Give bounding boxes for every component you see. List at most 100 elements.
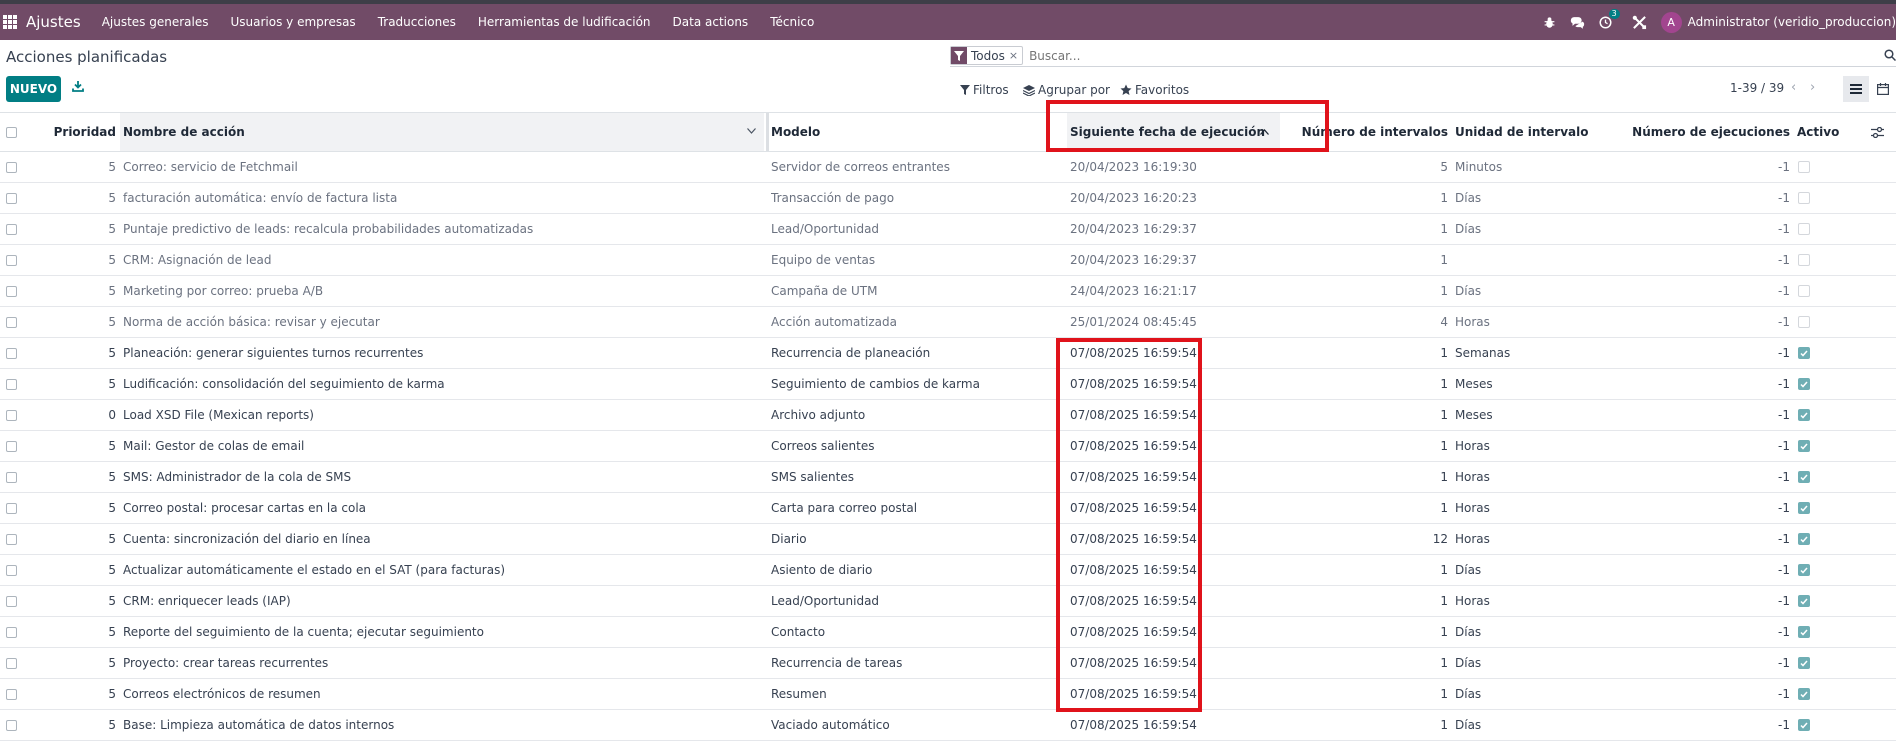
avatar[interactable]: A (1660, 11, 1682, 33)
pager-next-icon[interactable]: › (1810, 80, 1815, 95)
row-select-checkbox[interactable] (6, 400, 20, 430)
discuss-chat-icon[interactable] (1570, 16, 1585, 29)
cell-name[interactable]: Planeación: generar siguientes turnos re… (123, 338, 763, 368)
row-select-checkbox[interactable] (6, 245, 20, 275)
row-select-checkbox[interactable] (6, 307, 20, 337)
row-select-checkbox[interactable] (6, 369, 20, 399)
list-view-button[interactable] (1843, 76, 1869, 102)
col-priority[interactable]: Prioridad (54, 113, 116, 151)
col-interval-number[interactable]: Número de intervalos (1300, 113, 1448, 151)
pager-value[interactable]: 1-39 / 39 (1730, 81, 1784, 95)
row-select-checkbox[interactable] (6, 338, 20, 368)
table-row[interactable]: 5 Correo postal: procesar cartas en la co… (0, 493, 1896, 524)
table-row[interactable]: 5 CRM: enriquecer leads (IAP) Lead/Oportun… (0, 586, 1896, 617)
select-all-checkbox[interactable] (6, 113, 20, 151)
row-select-checkbox[interactable] (6, 152, 20, 182)
row-select-checkbox[interactable] (6, 183, 20, 213)
cell-name[interactable]: Marketing por correo: prueba A/B (123, 276, 763, 306)
active-toggle[interactable] (1798, 400, 1818, 430)
menu-usuarios-empresas[interactable]: Usuarios y empresas (231, 15, 356, 29)
active-toggle[interactable] (1798, 493, 1818, 523)
col-numbercall[interactable]: Número de ejecuciones (1620, 113, 1790, 151)
table-row[interactable]: 5 Base: Limpieza automática de datos inte… (0, 710, 1896, 741)
cell-name[interactable]: Load XSD File (Mexican reports) (123, 400, 763, 430)
col-model[interactable]: Modelo (771, 113, 1051, 151)
menu-ludificacion[interactable]: Herramientas de ludificación (478, 15, 651, 29)
favorites-button[interactable]: Favoritos (1120, 83, 1189, 97)
menu-tecnico[interactable]: Técnico (770, 15, 814, 29)
new-button[interactable]: NUEVO (6, 76, 61, 102)
active-toggle[interactable] (1798, 183, 1818, 213)
row-select-checkbox[interactable] (6, 555, 20, 585)
search-icon[interactable] (1884, 49, 1896, 64)
facet-remove-icon[interactable]: × (1009, 49, 1022, 62)
active-toggle[interactable] (1798, 679, 1818, 709)
cell-name[interactable]: Proyecto: crear tareas recurrentes (123, 648, 763, 678)
cell-name[interactable]: SMS: Administrador de la cola de SMS (123, 462, 763, 492)
user-menu[interactable]: Administrator (veridio_produccion) (1688, 15, 1896, 29)
download-icon[interactable] (72, 80, 84, 95)
search-facet[interactable]: Todos × (950, 46, 1024, 65)
active-toggle[interactable] (1798, 462, 1818, 492)
tools-icon[interactable] (1632, 15, 1647, 30)
active-toggle[interactable] (1798, 214, 1818, 244)
active-toggle[interactable] (1798, 555, 1818, 585)
table-row[interactable]: 5 Actualizar automáticamente el estado en… (0, 555, 1896, 586)
table-row[interactable]: 5 CRM: Asignación de lead Equipo de ventas… (0, 245, 1896, 276)
col-name[interactable]: Nombre de acción (120, 113, 764, 151)
table-row[interactable]: 5 Proyecto: crear tareas recurrentes Recur… (0, 648, 1896, 679)
col-interval-type[interactable]: Unidad de intervalo (1455, 113, 1605, 151)
page-title[interactable]: Acciones planificadas (6, 48, 167, 66)
menu-ajustes-generales[interactable]: Ajustes generales (102, 15, 209, 29)
active-toggle[interactable] (1798, 152, 1818, 182)
active-toggle[interactable] (1798, 710, 1818, 740)
row-select-checkbox[interactable] (6, 214, 20, 244)
row-select-checkbox[interactable] (6, 493, 20, 523)
cell-name[interactable]: Correo: servicio de Fetchmail (123, 152, 763, 182)
table-row[interactable]: 5 Correo: servicio de Fetchmail Servidor d… (0, 152, 1896, 183)
table-row[interactable]: 0 Load XSD File (Mexican reports) Archivo … (0, 400, 1896, 431)
column-resize-handle[interactable] (766, 113, 769, 151)
active-toggle[interactable] (1798, 245, 1818, 275)
cell-name[interactable]: Actualizar automáticamente el estado en … (123, 555, 763, 585)
activity-clock-icon[interactable]: 3 (1599, 8, 1620, 29)
col-nextcall[interactable]: Siguiente fecha de ejecución (1067, 113, 1280, 151)
table-row[interactable]: 5 Planeación: generar siguientes turnos r… (0, 338, 1896, 369)
cell-name[interactable]: CRM: enriquecer leads (IAP) (123, 586, 763, 616)
cell-name[interactable]: Mail: Gestor de colas de email (123, 431, 763, 461)
row-select-checkbox[interactable] (6, 431, 20, 461)
cell-name[interactable]: Reporte del seguimiento de la cuenta; ej… (123, 617, 763, 647)
optional-columns-icon[interactable] (1871, 113, 1887, 151)
cell-name[interactable]: Norma de acción básica: revisar y ejecut… (123, 307, 763, 337)
active-toggle[interactable] (1798, 586, 1818, 616)
row-select-checkbox[interactable] (6, 617, 20, 647)
table-row[interactable]: 5 Cuenta: sincronización del diario en lí… (0, 524, 1896, 555)
table-row[interactable]: 5 Reporte del seguimiento de la cuenta; e… (0, 617, 1896, 648)
cell-name[interactable]: Base: Limpieza automática de datos inter… (123, 710, 763, 740)
row-select-checkbox[interactable] (6, 524, 20, 554)
filters-button[interactable]: Filtros (960, 83, 1009, 97)
active-toggle[interactable] (1798, 431, 1818, 461)
cell-name[interactable]: Ludificación: consolidación del seguimie… (123, 369, 763, 399)
cell-name[interactable]: Puntaje predictivo de leads: recalcula p… (123, 214, 763, 244)
table-row[interactable]: 5 Correos electrónicos de resumen Resumen 0… (0, 679, 1896, 710)
table-row[interactable]: 5 Puntaje predictivo de leads: recalcula … (0, 214, 1896, 245)
row-select-checkbox[interactable] (6, 586, 20, 616)
cell-name[interactable]: Correo postal: procesar cartas en la col… (123, 493, 763, 523)
active-toggle[interactable] (1798, 617, 1818, 647)
chevron-down-icon[interactable] (747, 128, 756, 134)
active-toggle[interactable] (1798, 338, 1818, 368)
active-toggle[interactable] (1798, 648, 1818, 678)
apps-menu-icon[interactable] (3, 15, 17, 29)
table-row[interactable]: 5 facturación automática: envío de factur… (0, 183, 1896, 214)
row-select-checkbox[interactable] (6, 276, 20, 306)
active-toggle[interactable] (1798, 524, 1818, 554)
cell-name[interactable]: facturación automática: envío de factura… (123, 183, 763, 213)
active-toggle[interactable] (1798, 369, 1818, 399)
app-brand[interactable]: Ajustes (26, 13, 81, 31)
table-row[interactable]: 5 Norma de acción básica: revisar y ejecu… (0, 307, 1896, 338)
menu-traducciones[interactable]: Traducciones (378, 15, 456, 29)
cell-name[interactable]: Correos electrónicos de resumen (123, 679, 763, 709)
table-row[interactable]: 5 Marketing por correo: prueba A/B Campaña… (0, 276, 1896, 307)
row-select-checkbox[interactable] (6, 710, 20, 740)
